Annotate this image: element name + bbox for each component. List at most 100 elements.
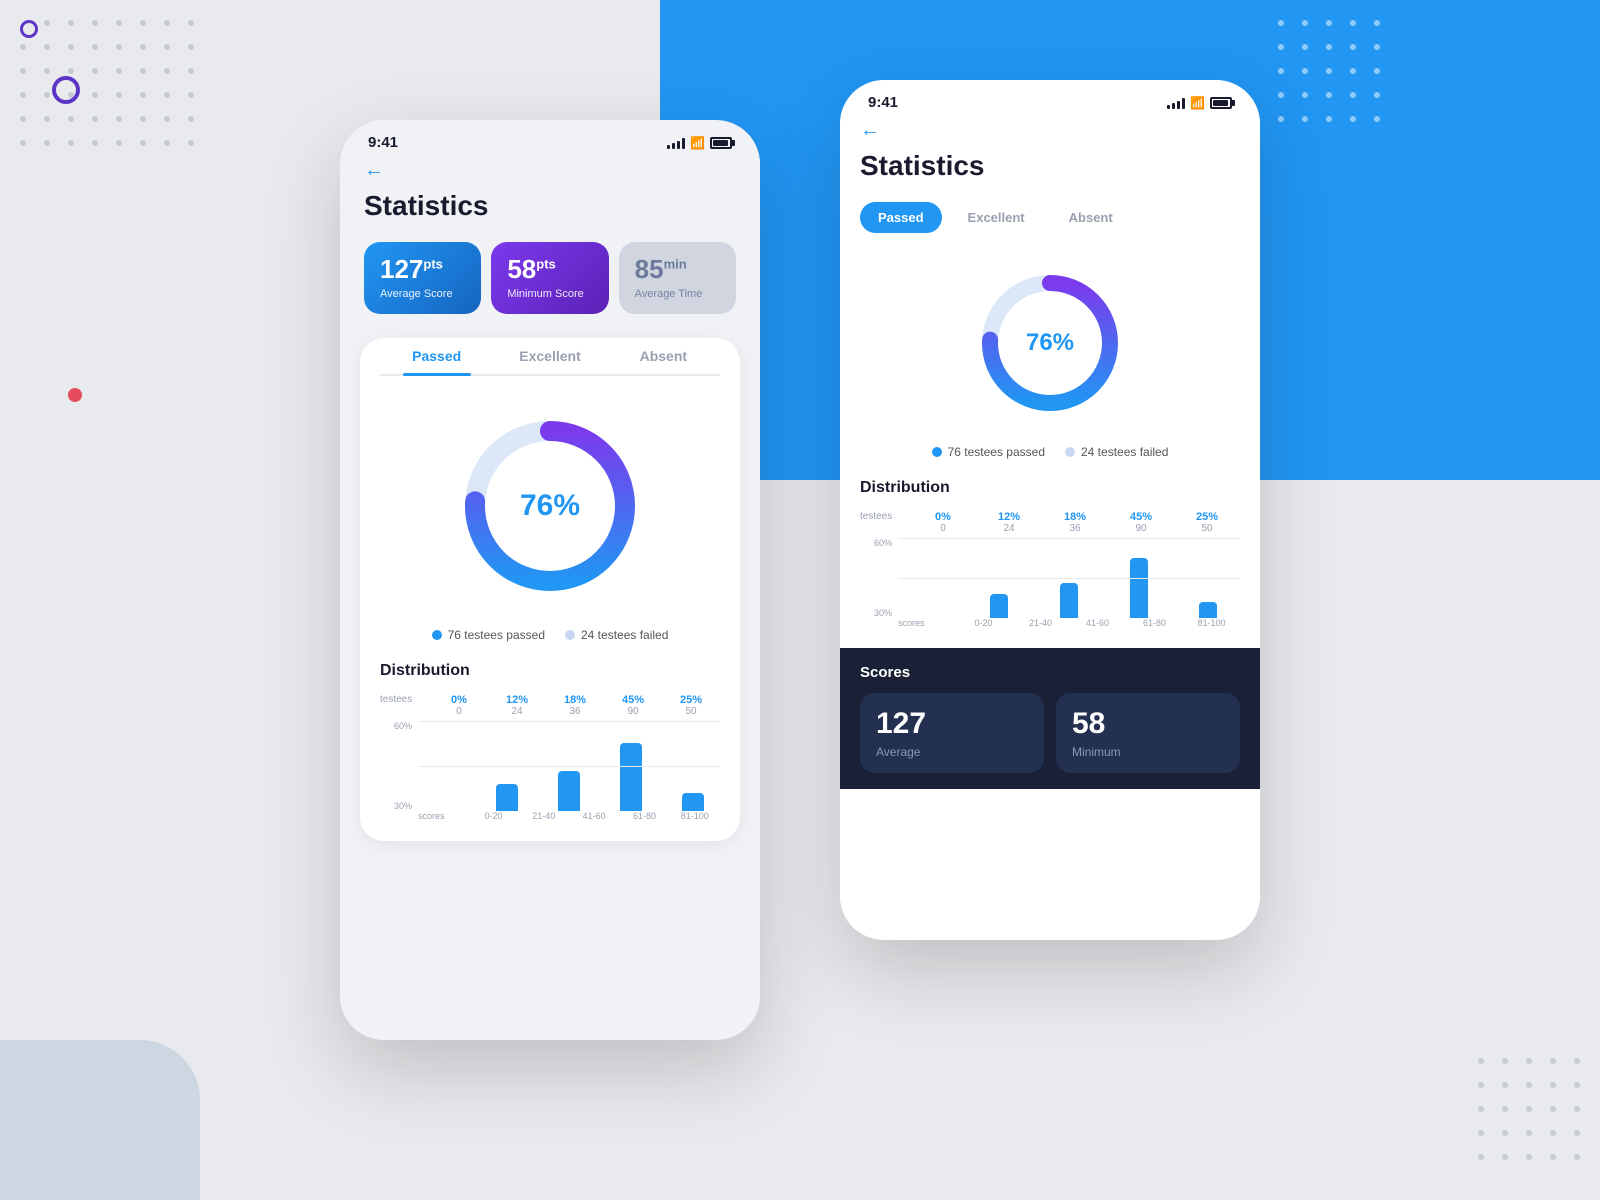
phones-container: 9:41 📶 ← Statistics 127pts Average Score (0, 80, 1600, 1040)
x-label-1: 21-40 (519, 811, 569, 821)
legend-passed-right: 76 testees passed (932, 445, 1045, 459)
phone-right-content: ← Statistics Passed Excellent Absent (840, 119, 1260, 931)
tab-pill-passed[interactable]: Passed (860, 202, 942, 233)
bg-blue-bottom (0, 1040, 200, 1200)
tab-pill-excellent[interactable]: Excellent (950, 202, 1043, 233)
dist-col-4: 25% 50 (662, 694, 720, 717)
x-labels: scores 0-20 21-40 41-60 61-80 81-100 (418, 811, 720, 821)
dist-chart-area-right: 60% 30% (860, 538, 1240, 618)
dist-header-pct-right: testees 0% 0 12% 24 18% 36 45% (860, 511, 1240, 534)
bar-3 (620, 743, 642, 811)
x-label-4: 81-100 (670, 811, 720, 821)
distribution-right: Distribution testees 0% 0 12% 24 18% 36 (860, 479, 1240, 638)
legend-dot-failed (565, 630, 575, 640)
donut-wrap-left: 76% (450, 406, 650, 606)
wifi-icon: 📶 (690, 136, 705, 150)
stat-card-average: 127pts Average Score (364, 242, 481, 314)
legend-dot-passed (432, 630, 442, 640)
legend-label-failed: 24 testees failed (581, 628, 668, 642)
score-card-average: 127 Average (860, 693, 1044, 773)
bar-chart-right (898, 538, 1240, 618)
tab-pill-absent[interactable]: Absent (1051, 202, 1131, 233)
dist-chart-area: 60% 30% (380, 721, 720, 811)
dist-pct-2: 18% (546, 694, 604, 706)
dist-pct-4: 25% (662, 694, 720, 706)
x-label-2: 41-60 (569, 811, 619, 821)
stat-card-minimum: 58pts Minimum Score (491, 242, 608, 314)
score-label-minimum: Minimum (1072, 745, 1224, 759)
score-value-average: 127 (876, 707, 1028, 741)
wifi-icon-right: 📶 (1190, 96, 1205, 110)
legend-label-passed: 76 testees passed (448, 628, 545, 642)
scores-title: Scores (860, 664, 1240, 681)
legend-failed-left: 24 testees failed (565, 628, 668, 642)
legend-passed-left: 76 testees passed (432, 628, 545, 642)
phone-right: 9:41 📶 ← Statistics Passed Excellent Abs… (840, 80, 1260, 940)
donut-chart-right: 76% (860, 253, 1240, 433)
status-icons-right: 📶 (1167, 96, 1232, 110)
dist-col-0: 0% 0 (430, 694, 488, 717)
stat-label-average: Average Score (380, 288, 465, 300)
legend-dot-passed-right (932, 447, 942, 457)
tab-passed-left[interactable]: Passed (380, 338, 493, 374)
stat-value-minimum: 58pts (507, 256, 592, 282)
signal-icon (667, 137, 685, 149)
stat-card-time: 85min Average Time (619, 242, 736, 314)
dist-pct-1: 12% (488, 694, 546, 706)
score-card-minimum: 58 Minimum (1056, 693, 1240, 773)
grid-line-mid (418, 766, 720, 767)
x-labels-right: scores 0-20 21-40 41-60 61-80 81-100 (898, 618, 1240, 628)
tabs-pill-right: Passed Excellent Absent (860, 202, 1240, 233)
donut-percent-left: 76% (520, 489, 580, 523)
dist-count-4: 50 (662, 706, 720, 717)
page-title-right: Statistics (860, 150, 1240, 182)
page-title-left: Statistics (364, 190, 736, 222)
donut-chart-left: 76% (380, 396, 720, 616)
dist-col-3: 45% 90 (604, 694, 662, 717)
score-label-average: Average (876, 745, 1028, 759)
donut-wrap-right: 76% (970, 263, 1130, 423)
legend-dot-failed-right (1065, 447, 1075, 457)
x-label-3: 61-80 (619, 811, 669, 821)
stat-value-time: 85min (635, 256, 720, 282)
battery-icon (710, 137, 732, 149)
tab-absent-left[interactable]: Absent (607, 338, 720, 374)
legend-failed-right: 24 testees failed (1065, 445, 1168, 459)
tab-panel-left: Passed Excellent Absent (360, 338, 740, 841)
dist-count-0: 0 (430, 706, 488, 717)
back-button-right[interactable]: ← (860, 119, 1240, 142)
scores-section: Scores 127 Average 58 Minimum (840, 648, 1260, 789)
y-label-60: 60% (380, 721, 412, 731)
dist-count-3: 90 (604, 706, 662, 717)
legend-right: 76 testees passed 24 testees failed (860, 445, 1240, 459)
dist-count-1: 24 (488, 706, 546, 717)
status-icons-left: 📶 (667, 136, 732, 150)
dist-header-pct: testees 0% 0 12% 24 18% 36 (380, 694, 720, 717)
distribution-title-left: Distribution (380, 662, 720, 680)
score-value-minimum: 58 (1072, 707, 1224, 741)
dist-pct-3: 45% (604, 694, 662, 706)
stats-cards: 127pts Average Score 58pts Minimum Score… (364, 242, 736, 314)
dot-pattern-bottomright: (function(){ const grid = document.query… (1478, 1058, 1580, 1160)
battery-icon-right (1210, 97, 1232, 109)
tab-excellent-left[interactable]: Excellent (493, 338, 606, 374)
phone-left: 9:41 📶 ← Statistics 127pts Average Score (340, 120, 760, 1040)
distribution-title-right: Distribution (860, 479, 1240, 497)
status-bar-right: 9:41 📶 (840, 80, 1260, 119)
signal-icon-right (1167, 97, 1185, 109)
legend-label-failed-right: 24 testees failed (1081, 445, 1168, 459)
x-label-0: 0-20 (468, 811, 518, 821)
tabs-left: Passed Excellent Absent (380, 338, 720, 376)
legend-label-passed-right: 76 testees passed (948, 445, 1045, 459)
dist-ylabel: testees (380, 694, 430, 717)
stat-value-average: 127pts (380, 256, 465, 282)
phone-left-content: ← Statistics 127pts Average Score 58pts … (340, 159, 760, 1031)
bar-4 (682, 793, 704, 811)
x-label-scores: scores (418, 811, 468, 821)
bar-1 (496, 784, 518, 811)
dist-pct-0: 0% (430, 694, 488, 706)
dist-col-2: 18% 36 (546, 694, 604, 717)
status-time-right: 9:41 (868, 94, 898, 111)
status-time-left: 9:41 (368, 134, 398, 151)
back-button-left[interactable]: ← (364, 159, 736, 182)
